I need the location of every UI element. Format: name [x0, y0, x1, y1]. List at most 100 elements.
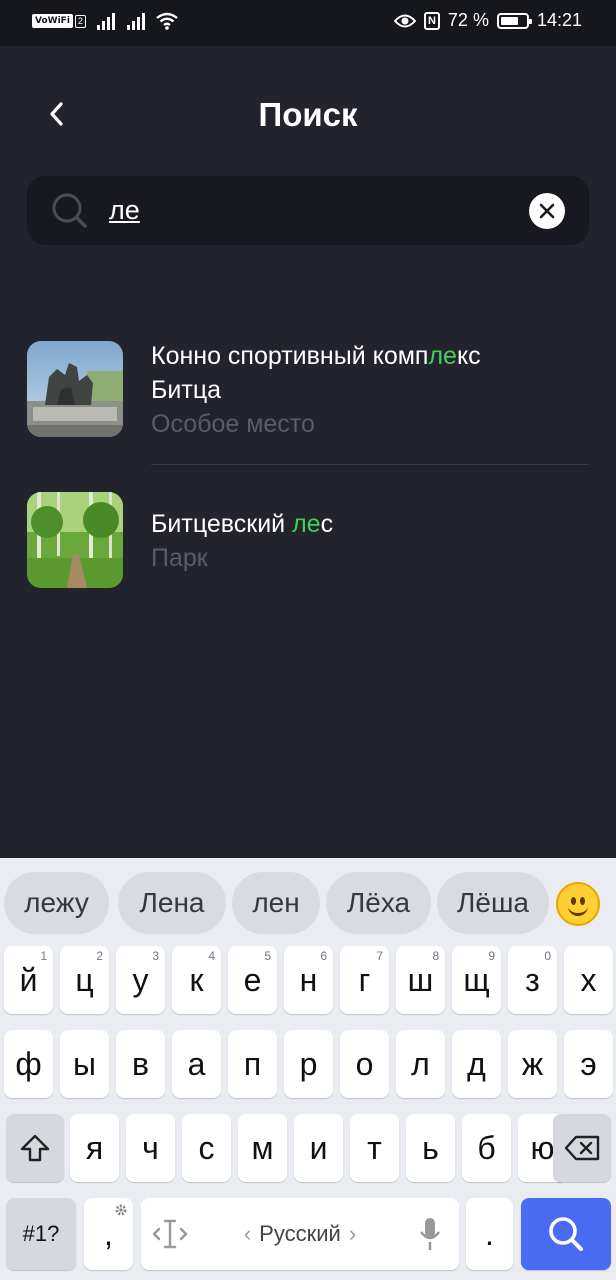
key[interactable]: ц2 [60, 946, 109, 1014]
key[interactable]: д [452, 1030, 501, 1098]
battery-percent: 72 % [447, 10, 489, 30]
suggestion-chip[interactable]: Лёша [437, 872, 549, 934]
result-thumbnail-forest [27, 492, 123, 588]
symbols-key[interactable]: #1? [6, 1198, 76, 1270]
key[interactable]: й1 [4, 946, 53, 1014]
key-label: ь [422, 1129, 439, 1166]
keyboard: лежу Лена лен Лёха Лёша й1ц2у3к4е5н6г7ш8… [0, 858, 616, 1280]
search-icon [52, 193, 87, 228]
key[interactable]: а [172, 1030, 221, 1098]
key-label: у [132, 961, 149, 998]
key[interactable]: щ9 [452, 946, 501, 1014]
vowifi-indicator: VoWiFi 2 [32, 14, 86, 28]
key[interactable]: э [564, 1030, 613, 1098]
key[interactable]: с [182, 1114, 231, 1182]
key-label: и [309, 1129, 328, 1166]
suggestion-chip[interactable]: Лёха [326, 872, 431, 934]
key[interactable]: х [564, 946, 613, 1014]
key[interactable]: ы [60, 1030, 109, 1098]
key-label: б [477, 1129, 496, 1166]
key-label: й [19, 961, 38, 998]
page-title: Поиск [258, 96, 358, 133]
key-label: к [189, 961, 204, 998]
key-hint: 0 [544, 949, 551, 963]
key[interactable]: р [284, 1030, 333, 1098]
key-hint: 2 [96, 949, 103, 963]
space-key[interactable]: ‹ Русский › [141, 1198, 459, 1270]
key-label: ю [530, 1129, 555, 1166]
key-label: н [299, 961, 318, 998]
key[interactable]: г7 [340, 946, 389, 1014]
key-label: я [85, 1129, 104, 1166]
result-subtitle: Особое место [151, 410, 315, 438]
search-result[interactable]: Битцевский лес Парк [27, 492, 589, 588]
key[interactable]: е5 [228, 946, 277, 1014]
key[interactable]: т [350, 1114, 399, 1182]
key[interactable]: н6 [284, 946, 333, 1014]
comma-key[interactable]: , [84, 1198, 133, 1270]
search-bar[interactable] [27, 176, 589, 245]
key-label: о [355, 1045, 374, 1082]
key[interactable]: ч [126, 1114, 175, 1182]
language-switcher: ‹ Русский › [244, 1221, 356, 1247]
key-label: е [243, 961, 262, 998]
clock: 14:21 [536, 10, 582, 30]
key[interactable]: ь [406, 1114, 455, 1182]
battery-icon [496, 12, 532, 29]
battery-fill [500, 16, 518, 25]
suggestion-chip[interactable]: лен [232, 872, 320, 934]
key[interactable]: ш8 [396, 946, 445, 1014]
key[interactable]: я [70, 1114, 119, 1182]
key-hint: 7 [376, 949, 383, 963]
key-hint: 6 [320, 949, 327, 963]
search-key[interactable] [521, 1198, 611, 1270]
result-title-match: ле [428, 342, 457, 370]
key-label: р [299, 1045, 318, 1082]
key-hint: 3 [152, 949, 159, 963]
key[interactable]: ф [4, 1030, 53, 1098]
result-title-match: ле [292, 510, 321, 538]
key-label: ч [142, 1129, 159, 1166]
result-title-text: Конно спортивный комп [151, 342, 429, 370]
key[interactable]: в [116, 1030, 165, 1098]
result-title-text: кс [456, 342, 481, 370]
key[interactable]: м [238, 1114, 287, 1182]
clear-search-button[interactable] [529, 193, 565, 229]
key[interactable]: з0 [508, 946, 557, 1014]
key[interactable]: к4 [172, 946, 221, 1014]
key[interactable]: ж [508, 1030, 557, 1098]
microphone-icon [420, 1218, 440, 1250]
signal-icon [126, 13, 145, 30]
key-label: х [580, 961, 597, 998]
key[interactable]: п [228, 1030, 277, 1098]
key[interactable]: б [462, 1114, 511, 1182]
backspace-key[interactable] [553, 1114, 611, 1182]
vowifi-sim-number: 2 [74, 14, 86, 28]
key[interactable]: о [340, 1030, 389, 1098]
key-label: ц [75, 961, 94, 998]
shift-key[interactable] [6, 1114, 64, 1182]
search-input[interactable] [109, 190, 509, 230]
period-key[interactable]: . [466, 1198, 513, 1270]
key[interactable]: и [294, 1114, 343, 1182]
key-label: д [467, 1045, 486, 1082]
search-icon [549, 1217, 583, 1251]
settings-gear-icon [115, 1204, 127, 1216]
cursor-move-icon [152, 1219, 188, 1249]
suggestion-chip[interactable]: лежу [4, 872, 109, 934]
comma-label: , [104, 1215, 113, 1252]
key-hint: 5 [264, 949, 271, 963]
key[interactable]: л [396, 1030, 445, 1098]
key-label: в [132, 1045, 149, 1082]
key-label: э [580, 1045, 597, 1082]
emoji-icon[interactable] [556, 882, 600, 926]
shift-icon [20, 1134, 50, 1162]
suggestion-bar: лежу Лена лен Лёха Лёша [0, 872, 616, 934]
key-label: м [251, 1129, 274, 1166]
result-thumbnail-statue [27, 341, 123, 437]
wifi-icon [156, 12, 178, 30]
suggestion-chip[interactable]: Лена [118, 872, 226, 934]
search-result[interactable]: Конно спортивный комплекс Битца Особое м… [27, 341, 589, 451]
key[interactable]: у3 [116, 946, 165, 1014]
key-label: т [367, 1129, 382, 1166]
